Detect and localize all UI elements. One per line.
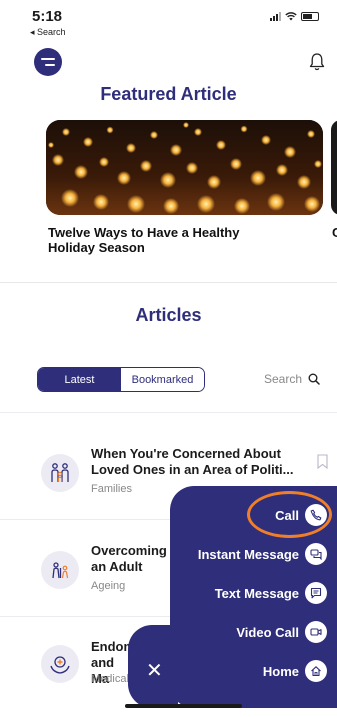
- list-separator: [0, 412, 337, 413]
- next-featured-image[interactable]: [331, 120, 337, 215]
- home-icon: [305, 660, 327, 682]
- search-button[interactable]: Search: [264, 372, 320, 386]
- home-label: Home: [262, 663, 299, 679]
- articles-tab-switcher: Latest Bookmarked: [37, 367, 205, 392]
- article-title: Overcoming an Adult: [91, 543, 167, 574]
- tab-latest[interactable]: Latest: [38, 368, 121, 391]
- wifi-icon: [285, 12, 297, 21]
- home-action[interactable]: Home: [263, 660, 327, 682]
- menu-icon[interactable]: [34, 48, 62, 76]
- video-icon: [305, 621, 327, 643]
- home-indicator: [125, 704, 242, 708]
- family-icon: [41, 454, 79, 492]
- bookmark-icon[interactable]: [317, 454, 328, 469]
- video-call-label: Video Call: [236, 624, 299, 640]
- video-call-action[interactable]: Video Call: [236, 621, 327, 643]
- status-bar: 5:18 ◂ Search: [0, 0, 337, 40]
- back-to-search-link[interactable]: ◂ Search: [30, 27, 66, 38]
- text-message-label: Text Message: [214, 585, 299, 601]
- lanterns-photo: [46, 120, 323, 215]
- bell-icon[interactable]: [308, 52, 326, 72]
- battery-icon: [301, 12, 319, 21]
- instant-message-label: Instant Message: [197, 546, 299, 562]
- tab-bookmarked[interactable]: Bookmarked: [121, 368, 204, 391]
- call-highlight-circle: [247, 491, 332, 538]
- message-icon: [305, 582, 327, 604]
- article-category: Medical: [91, 673, 129, 685]
- text-message-action[interactable]: Text Message: [215, 582, 327, 604]
- close-icon[interactable]: ✕: [146, 658, 163, 683]
- medical-hands-icon: [41, 645, 79, 683]
- section-divider: [0, 282, 337, 283]
- instant-message-action[interactable]: Instant Message: [198, 543, 327, 565]
- next-featured-title[interactable]: C: [332, 225, 337, 240]
- system-indicators: [270, 12, 319, 21]
- chat-icon: [305, 543, 327, 565]
- ageing-icon: [41, 551, 79, 589]
- article-title: When You're Concerned About Loved Ones i…: [91, 446, 294, 477]
- search-label: Search: [264, 372, 303, 386]
- status-time: 5:18: [32, 8, 63, 25]
- featured-article-title[interactable]: Twelve Ways to Have a Healthy Holiday Se…: [48, 225, 278, 255]
- signal-icon: [270, 12, 281, 21]
- featured-article-image[interactable]: [46, 120, 323, 215]
- search-icon: [308, 373, 320, 385]
- featured-article-heading: Featured Article: [100, 84, 237, 104]
- article-category: Ageing: [91, 580, 126, 592]
- article-category: Families: [91, 483, 132, 495]
- articles-heading: Articles: [135, 305, 202, 325]
